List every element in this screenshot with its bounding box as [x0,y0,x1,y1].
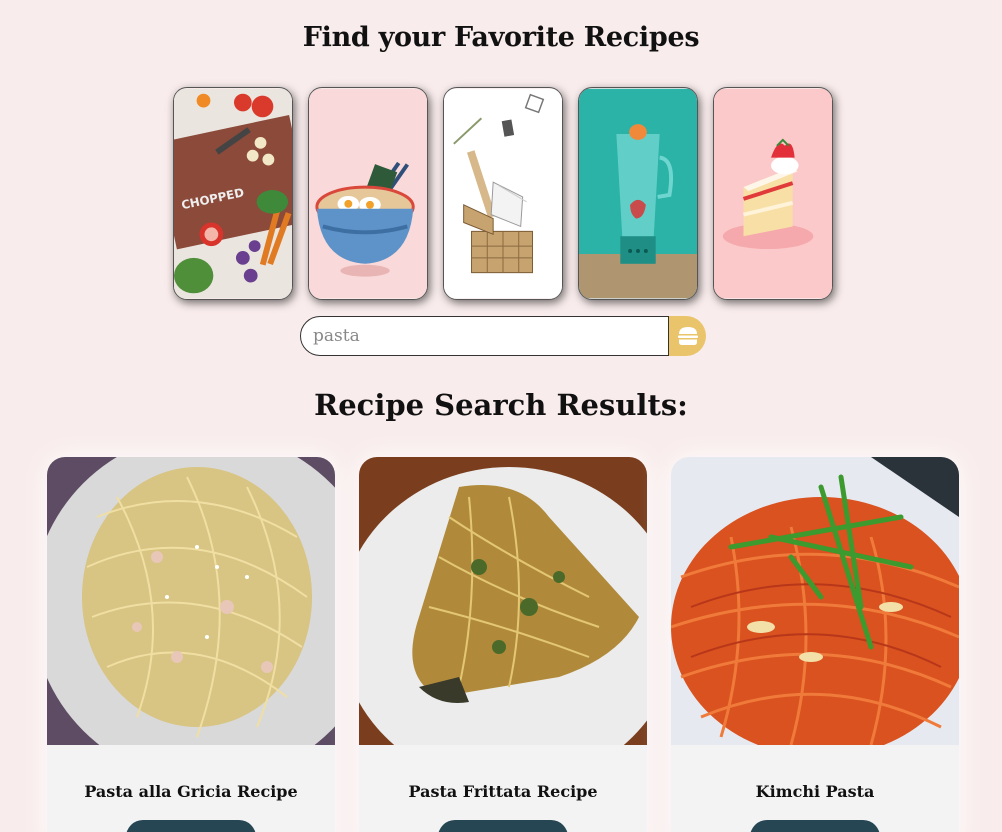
recipe-card[interactable]: Pasta Frittata Recipe [359,457,647,832]
page: Find your Favorite Recipes CHOPPED pasta… [0,0,1002,832]
strawberry-cake-icon [714,88,832,299]
ramen-bowl-icon [309,88,427,299]
blender-icon [579,88,697,299]
category-card-ramen[interactable] [308,87,428,300]
search-input[interactable] [300,316,669,356]
results-grid: Pasta alla Gricia Recipe Pasta Frittata … [47,457,959,832]
category-card-cutting-board[interactable]: CHOPPED [173,87,293,300]
page-title: Find your Favorite Recipes [302,22,700,53]
recipe-name: Pasta Frittata Recipe [408,782,598,801]
recipe-card[interactable]: Pasta alla Gricia Recipe [47,457,335,832]
search-button[interactable] [669,316,706,356]
pasta-gricia-photo [47,457,335,745]
picnic-basket-icon [444,88,562,299]
recipe-name: Pasta alla Gricia Recipe [84,782,298,801]
recipe-name: Kimchi Pasta [755,782,875,801]
search-bar [300,316,706,356]
pasta-frittata-photo [359,457,647,745]
burger-icon [677,327,698,345]
recipe-button[interactable] [438,820,568,832]
category-card-picnic[interactable] [443,87,563,300]
category-card-cake[interactable] [713,87,833,300]
results-title: Recipe Search Results: [314,388,688,422]
recipe-button[interactable] [126,820,256,832]
cutting-board-vegetables-icon: CHOPPED [174,88,292,299]
recipe-card[interactable]: Kimchi Pasta [671,457,959,832]
recipe-button[interactable] [750,820,880,832]
category-card-blender[interactable] [578,87,698,300]
kimchi-pasta-photo [671,457,959,745]
category-row: CHOPPED [173,87,833,300]
